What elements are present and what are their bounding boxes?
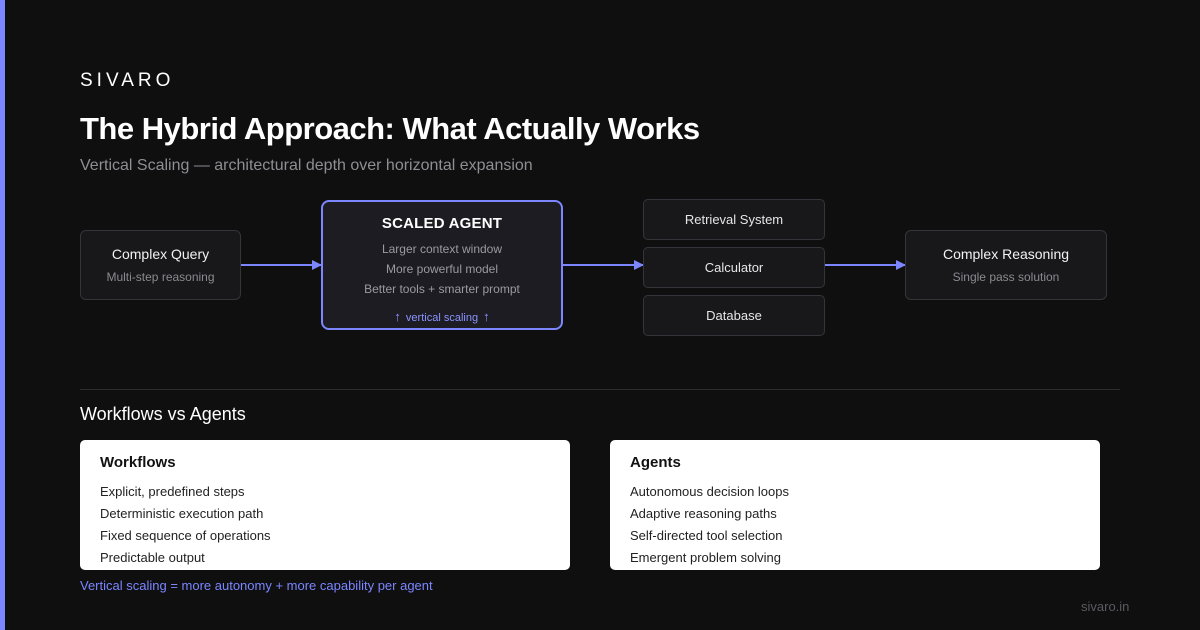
complex-reasoning-title: Complex Reasoning <box>942 246 1070 262</box>
accent-bar <box>0 0 5 630</box>
brand-logo: SIVARO <box>80 70 175 91</box>
agent-feature-context: Larger context window <box>381 242 503 256</box>
footnote: Vertical scaling = more autonomy + more … <box>80 578 433 593</box>
list-item: Adaptive reasoning paths <box>630 506 777 521</box>
list-item: Explicit, predefined steps <box>100 484 245 499</box>
workflows-card: Workflows Explicit, predefined steps Det… <box>80 440 570 570</box>
vertical-scaling-label: ↑ vertical scaling ↑ <box>323 309 561 324</box>
list-item: Emergent problem solving <box>630 550 782 565</box>
section-title: Workflows vs Agents <box>80 404 246 424</box>
list-item: Predictable output <box>100 550 205 565</box>
vertical-scaling-text: vertical scaling <box>405 312 479 324</box>
list-item: Deterministic execution path <box>100 506 264 521</box>
page-title: The Hybrid Approach: What Actually Works <box>80 111 700 146</box>
tool-calculator: Calculator <box>643 247 825 288</box>
scaled-agent-title: SCALED AGENT <box>381 215 503 232</box>
workflows-title: Workflows <box>100 454 176 471</box>
complex-query-node: Complex Query Multi-step reasoning <box>80 230 241 300</box>
section-divider <box>80 389 1120 390</box>
up-arrow-icon: ↑ <box>483 309 490 324</box>
list-item: Self-directed tool selection <box>630 528 783 543</box>
scaled-agent-node: SCALED AGENT Larger context window More … <box>321 200 563 330</box>
agents-card: Agents Autonomous decision loops Adaptiv… <box>610 440 1100 570</box>
site-url: sivaro.in <box>1081 599 1130 614</box>
list-item: Autonomous decision loops <box>630 484 789 499</box>
complex-reasoning-sub: Single pass solution <box>952 270 1060 284</box>
agent-feature-tools: Better tools + smarter prompt <box>364 282 520 296</box>
complex-reasoning-node: Complex Reasoning Single pass solution <box>905 230 1107 300</box>
agent-feature-model: More powerful model <box>385 262 499 276</box>
complex-query-title: Complex Query <box>111 246 210 262</box>
tool-retrieval-system: Retrieval System <box>643 199 825 240</box>
agents-title: Agents <box>630 454 681 471</box>
tool-database: Database <box>643 295 825 336</box>
page-subtitle: Vertical Scaling — architectural depth o… <box>80 157 533 174</box>
up-arrow-icon: ↑ <box>394 309 401 324</box>
list-item: Fixed sequence of operations <box>100 528 271 543</box>
complex-query-sub: Multi-step reasoning <box>106 270 215 284</box>
